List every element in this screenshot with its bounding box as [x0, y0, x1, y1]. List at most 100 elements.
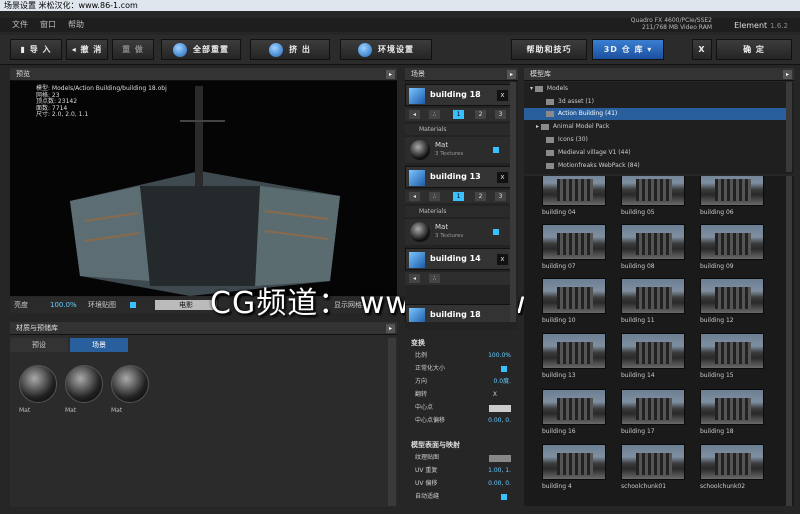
- scrollbar[interactable]: [510, 82, 516, 322]
- menu-file[interactable]: 文件: [12, 20, 28, 29]
- model-thumbnail[interactable]: [542, 333, 606, 369]
- prop-uv-repeat[interactable]: UV 重复 1.00, 1.: [415, 465, 511, 477]
- model-thumbnail[interactable]: [542, 176, 606, 206]
- menu-window[interactable]: 窗口: [40, 20, 56, 29]
- scene-object-selected[interactable]: building 18: [405, 304, 513, 322]
- prop-uv-offset[interactable]: UV 偏移 0.00, 0.: [415, 478, 511, 490]
- tab-preset[interactable]: 预设: [10, 338, 68, 352]
- model-thumbnail[interactable]: [542, 444, 606, 480]
- scrollbar[interactable]: [786, 82, 792, 172]
- mode-select[interactable]: 电影: [155, 300, 217, 310]
- ok-button[interactable]: 确 定: [716, 39, 792, 60]
- model-thumbnail[interactable]: [700, 444, 764, 480]
- model-thumbnail[interactable]: [621, 278, 685, 314]
- store-button[interactable]: 3D 仓 库 ▾: [592, 39, 664, 60]
- expand-arrow-icon[interactable]: ▸: [386, 70, 395, 79]
- layer-1[interactable]: 1: [453, 192, 464, 201]
- model-thumbnail[interactable]: [621, 333, 685, 369]
- scene-object[interactable]: building 14 x: [405, 248, 513, 270]
- cancel-button[interactable]: X: [692, 39, 712, 60]
- expand-arrow-icon[interactable]: ▸: [783, 70, 792, 79]
- direction-value[interactable]: 0.0度.: [494, 376, 511, 388]
- menu-help[interactable]: 帮助: [68, 20, 84, 29]
- dots-icon[interactable]: ∴: [429, 192, 440, 201]
- prop-offset[interactable]: 中心点偏移 0.00, 0.: [415, 415, 511, 427]
- scrollbar[interactable]: [786, 176, 792, 506]
- material-row[interactable]: Mat 3 Textures: [405, 137, 513, 163]
- redo-button[interactable]: 重 做: [112, 39, 154, 60]
- model-thumbnail[interactable]: [700, 176, 764, 206]
- close-icon[interactable]: x: [497, 254, 508, 265]
- dots-icon[interactable]: ∴: [429, 110, 440, 119]
- tree-item-selected[interactable]: Action Building (41): [524, 108, 786, 120]
- tree-item[interactable]: Medieval village V1 (44): [524, 147, 786, 159]
- undo-button[interactable]: ◂ 撤 消: [66, 39, 108, 60]
- model-thumbnail[interactable]: [700, 389, 764, 425]
- prop-texmap[interactable]: 纹理贴图: [415, 452, 511, 464]
- texmap-select[interactable]: [489, 455, 511, 462]
- autoseam-checkbox[interactable]: [501, 494, 507, 500]
- model-thumbnail[interactable]: [700, 224, 764, 260]
- material-row[interactable]: Mat 3 Textures: [405, 219, 513, 245]
- prop-flip[interactable]: 翻转 X: [415, 389, 511, 401]
- model-thumbnail[interactable]: [621, 389, 685, 425]
- tree-item[interactable]: Icons (30): [524, 134, 786, 146]
- model-thumbnail[interactable]: [700, 333, 764, 369]
- move-icon[interactable]: ◂: [409, 274, 420, 283]
- layer-3[interactable]: 3: [495, 110, 506, 119]
- prop-normalize[interactable]: 正常化大小: [415, 363, 511, 375]
- dots-icon[interactable]: ∴: [429, 274, 440, 283]
- import-button[interactable]: ▮ 导 入: [10, 39, 62, 60]
- material-sphere[interactable]: [111, 365, 149, 403]
- layer-2[interactable]: 2: [475, 192, 486, 201]
- model-thumbnail[interactable]: [542, 389, 606, 425]
- layer-3[interactable]: 3: [495, 192, 506, 201]
- scale-value[interactable]: 100.0%: [488, 350, 511, 362]
- env-map-checkbox[interactable]: [130, 302, 136, 308]
- reset-all-button[interactable]: 全部重置: [161, 39, 241, 60]
- move-icon[interactable]: ◂: [409, 110, 420, 119]
- brightness-value[interactable]: 100.0%: [50, 297, 77, 313]
- material-checkbox[interactable]: [493, 147, 499, 153]
- layer-2[interactable]: 2: [475, 110, 486, 119]
- normalize-checkbox[interactable]: [501, 366, 507, 372]
- flip-value[interactable]: X: [493, 389, 497, 401]
- material-sphere[interactable]: [19, 365, 57, 403]
- offset-value[interactable]: 0.00, 0.: [488, 415, 511, 427]
- move-icon[interactable]: ◂: [409, 192, 420, 201]
- model-thumbnail[interactable]: [542, 278, 606, 314]
- tree-item[interactable]: 3d asset (1): [524, 96, 786, 108]
- material-checkbox[interactable]: [493, 229, 499, 235]
- tree-item[interactable]: ▸ Animal Model Pack: [524, 121, 786, 133]
- model-thumbnail[interactable]: [621, 444, 685, 480]
- center-select[interactable]: [489, 405, 511, 412]
- model-thumbnail[interactable]: [621, 224, 685, 260]
- tree-item[interactable]: ▾ Models: [524, 83, 786, 95]
- 3d-viewport[interactable]: 模型: Models/Action Building/building 18.o…: [10, 81, 397, 296]
- object-name: building 13: [430, 172, 481, 181]
- uv-offset-value[interactable]: 0.00, 0.: [488, 478, 511, 490]
- scrollbar[interactable]: [388, 338, 396, 506]
- expand-arrow-icon[interactable]: ▸: [386, 324, 395, 333]
- scene-object[interactable]: building 13 x: [405, 166, 513, 188]
- prop-center[interactable]: 中心点: [415, 402, 511, 414]
- close-icon[interactable]: x: [497, 90, 508, 101]
- scene-object[interactable]: building 18 x: [405, 84, 513, 106]
- tree-item[interactable]: Motionfreaks WebPack (84): [524, 160, 786, 172]
- tab-scene[interactable]: 场景: [70, 338, 128, 352]
- material-sphere[interactable]: [65, 365, 103, 403]
- model-thumbnail[interactable]: [621, 176, 685, 206]
- prop-direction[interactable]: 方向 0.0度.: [415, 376, 511, 388]
- layer-1[interactable]: 1: [453, 110, 464, 119]
- window-title: 场景设置 米松汉化：www.86-1.com: [0, 0, 800, 11]
- uv-repeat-value[interactable]: 1.00, 1.: [488, 465, 511, 477]
- help-tips-button[interactable]: 帮助和技巧: [511, 39, 587, 60]
- extrude-button[interactable]: 挤 出: [250, 39, 330, 60]
- expand-arrow-icon[interactable]: ▸: [507, 70, 516, 79]
- prop-scale[interactable]: 比例 100.0%: [415, 350, 511, 362]
- environment-button[interactable]: 环境设置: [340, 39, 432, 60]
- prop-autoseam[interactable]: 自动适缝: [415, 491, 511, 503]
- model-thumbnail[interactable]: [700, 278, 764, 314]
- model-thumbnail[interactable]: [542, 224, 606, 260]
- close-icon[interactable]: x: [497, 172, 508, 183]
